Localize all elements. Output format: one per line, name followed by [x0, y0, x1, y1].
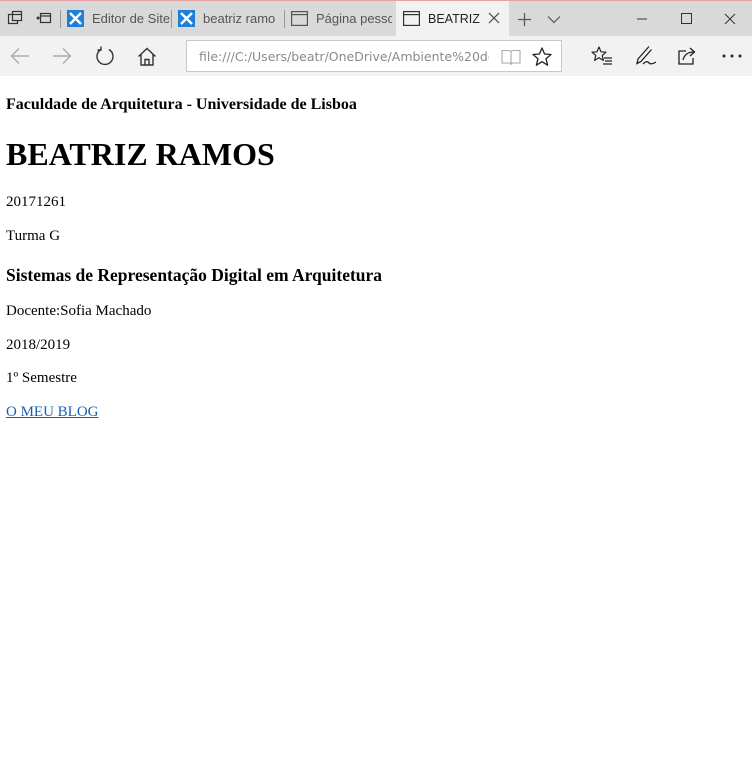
tab-label: BEATRIZ [428, 11, 480, 26]
faculty-heading: Faculdade de Arquitetura - Universidade … [6, 96, 357, 113]
tab-editor-de-site[interactable]: Editor de Site [60, 1, 171, 36]
page-icon [291, 10, 308, 27]
page-title: BEATRIZ RAMOS [6, 136, 275, 172]
teacher-text: Docente:Sofia Machado [6, 303, 152, 319]
home-icon[interactable] [135, 44, 159, 68]
tab-separator [284, 10, 285, 28]
tab-separator [171, 10, 172, 28]
tab-label: beatriz ramos [203, 11, 275, 26]
favorite-star-icon[interactable] [531, 46, 553, 68]
web-note-pen-icon[interactable] [634, 44, 658, 68]
more-options-icon[interactable] [720, 44, 744, 68]
site-editor-icon [67, 10, 84, 27]
share-icon[interactable] [676, 44, 700, 68]
close-tab-icon[interactable] [485, 9, 503, 27]
tab-manager-icon[interactable] [6, 9, 24, 27]
tab-separator [60, 10, 61, 28]
tab-beatriz-ramos[interactable]: beatriz ramos [171, 1, 283, 36]
page-icon [403, 10, 420, 27]
forward-arrow-icon[interactable] [50, 44, 74, 68]
class-text: Turma G [6, 228, 61, 244]
refresh-icon[interactable] [93, 44, 117, 68]
back-arrow-icon[interactable] [8, 44, 32, 68]
site-editor-icon [178, 10, 195, 27]
tab-label: Página pesso [316, 11, 392, 26]
new-tab-icon[interactable] [514, 9, 534, 29]
course-heading: Sistemas de Representação Digital em Arq… [6, 265, 383, 285]
address-bar[interactable]: file:///C:/Users/beatr/OneDrive/Ambiente… [186, 40, 562, 72]
student-number: 20171261 [6, 194, 66, 210]
navigation-bar: file:///C:/Users/beatr/OneDrive/Ambiente… [0, 36, 752, 76]
favorites-hub-icon[interactable] [590, 44, 614, 68]
tab-strip: Editor de Site beatriz ramos Página pess… [0, 0, 752, 36]
blog-link[interactable]: O MEU BLOG [6, 404, 99, 421]
tab-pagina-pessoal[interactable]: Página pesso [284, 1, 396, 36]
academic-year: 2018/2019 [6, 337, 71, 353]
url-text[interactable]: file:///C:/Users/beatr/OneDrive/Ambiente… [199, 49, 489, 64]
semester-text: 1º Semestre [6, 370, 77, 386]
close-window-icon[interactable] [708, 1, 752, 36]
minimize-icon[interactable] [620, 1, 664, 36]
tab-label: Editor de Site [92, 11, 171, 26]
chevron-down-icon[interactable] [544, 9, 564, 29]
maximize-icon[interactable] [664, 1, 708, 36]
tab-beatriz-active[interactable]: BEATRIZ [396, 1, 509, 36]
set-aside-tabs-icon[interactable] [35, 9, 53, 27]
reading-view-icon[interactable] [501, 47, 521, 67]
